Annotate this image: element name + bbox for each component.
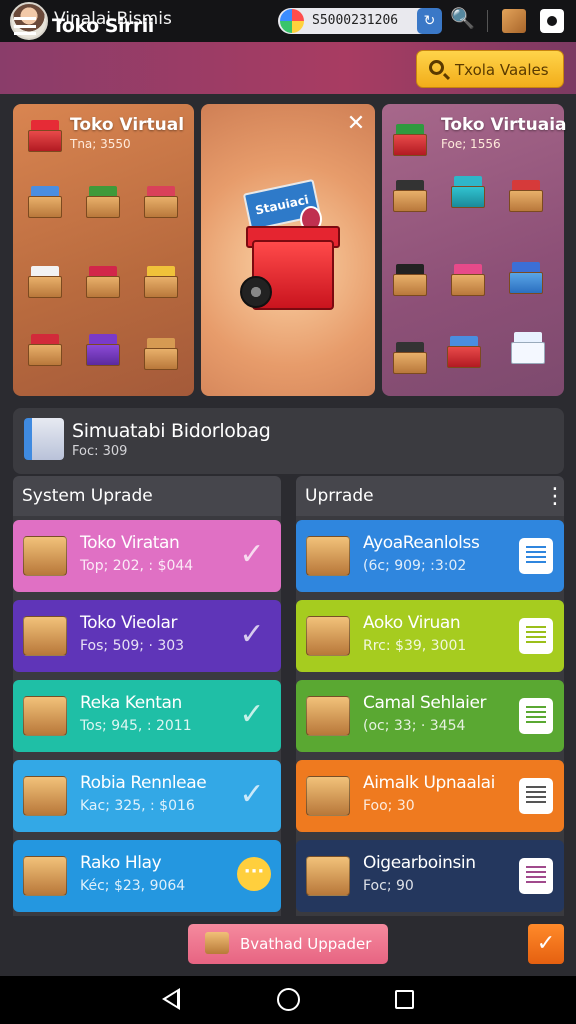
shop-item-icon [83,264,121,298]
box-icon[interactable] [502,9,526,33]
back-icon[interactable] [162,988,180,1010]
card-subtitle: Kac; 325, : $016 [80,798,195,814]
divider [487,10,488,32]
shop-item-icon [390,178,428,212]
upgrade-card[interactable]: Rako Hlay Kéc; $23, 9064 ··· [13,840,281,912]
upgrade-card[interactable]: Toko Viratan Top; 202, : $044 ✓ [13,520,281,592]
item-box-icon [306,536,350,576]
upgrade-card[interactable]: Reka Kentan Tos; 945, : 2011 ✓ [13,680,281,752]
card-title: Aimalk Upnaalai [363,773,496,793]
check-icon[interactable]: ✓ [235,538,269,572]
shop-item-icon [506,178,544,212]
confirm-button[interactable]: ✓ [528,924,564,964]
box-icon [205,932,229,954]
shop-item-icon [390,340,428,374]
item-box-icon [306,856,350,896]
item-box-icon [23,696,67,736]
list-icon[interactable] [519,538,553,574]
document-icon [24,418,64,460]
card-title: Toko Vieolar [80,613,178,633]
chat-icon [508,330,546,364]
card-subtitle: Kéc; $23, 9064 [80,878,186,894]
shop-item-icon [390,262,428,296]
upgrade-card[interactable]: Toko Vieolar Fos; 509; · 303 ✓ [13,600,281,672]
page-title: Toko Sirrii [52,15,154,37]
panel-right-title: Toko Virtuaia [441,115,567,135]
list-icon[interactable] [519,778,553,814]
refresh-icon[interactable]: ↻ [417,8,442,34]
card-subtitle: Top; 202, : $044 [80,558,194,574]
home-icon[interactable] [277,988,300,1011]
camera-icon[interactable] [540,9,564,33]
check-icon[interactable]: ✓ [235,778,269,812]
shop-item-icon [141,184,179,218]
shop-item-icon [448,262,486,296]
list-icon[interactable] [519,618,553,654]
card-title: Toko Viratan [80,533,180,553]
column-header-right: Uprrade [296,476,564,516]
item-box-icon [23,776,67,816]
card-title: Oigearboinsin [363,853,476,873]
cart-icon [390,122,428,156]
shop-item-icon [444,334,482,368]
more-options-icon[interactable] [544,487,554,507]
simulation-sub: Foc: 309 [72,444,128,459]
check-icon[interactable]: ✓ [235,698,269,732]
shop-item-icon [506,260,544,294]
simulation-title: Simuatabi Bidorlobag [72,420,271,442]
card-subtitle: Fos; 509; · 303 [80,638,185,654]
card-title: Robia Rennleae [80,773,207,793]
list-icon[interactable] [519,698,553,734]
card-title: Reka Kentan [80,693,182,713]
upgrade-card[interactable]: AyoaReanlolss (6c; 909; :3:02 [296,520,564,592]
shop-item-icon [25,332,63,366]
card-title: AyoaReanlolss [363,533,480,553]
shop-item-icon [141,264,179,298]
shop-item-icon [83,332,121,366]
item-box-icon [23,856,67,896]
check-icon[interactable]: ✓ [235,618,269,652]
column-header-left: System Uprade [13,476,281,516]
upgrade-card[interactable]: Robia Rennleae Kac; 325, : $016 ✓ [13,760,281,832]
upgrade-card[interactable]: Oigearboinsin Foc; 90 [296,840,564,912]
card-subtitle: Rrc: $39, 3001 [363,638,467,654]
shop-item-icon [141,336,179,370]
key-icon[interactable]: 🔍 [450,6,475,36]
shop-item-icon [83,184,121,218]
card-title: Rako Hlay [80,853,162,873]
item-box-icon [306,616,350,656]
upgrade-card[interactable]: Camal Sehlaier (oc; 33; · 3454 [296,680,564,752]
shop-item-icon [25,264,63,298]
shop-item-icon [25,184,63,218]
search-icon [429,60,444,75]
card-title: Camal Sehlaier [363,693,487,713]
menu-icon[interactable] [14,17,36,35]
upgrade-card[interactable]: Aoko Viruan Rrc: $39, 3001 [296,600,564,672]
card-subtitle: Tos; 945, : 2011 [80,718,192,734]
wheel-icon [240,276,272,308]
item-box-icon [306,776,350,816]
card-subtitle: (6c; 909; :3:02 [363,558,467,574]
upgrade-card[interactable]: Aimalk Upnaalai Foo; 30 [296,760,564,832]
more-icon[interactable]: ··· [237,857,271,891]
list-icon[interactable] [519,858,553,894]
panel-left-title: Toko Virtual [70,115,185,135]
card-subtitle: (oc; 33; · 3454 [363,718,466,734]
card-subtitle: Foo; 30 [363,798,415,814]
close-icon[interactable]: ✕ [345,113,367,135]
card-subtitle: Foc; 90 [363,878,414,894]
panel-left-sub: Tna; 3550 [70,137,131,151]
item-box-icon [23,536,67,576]
coin-icon [280,9,304,33]
cart-icon [25,118,63,152]
item-box-icon [23,616,67,656]
card-title: Aoko Viruan [363,613,461,633]
shop-item-icon [448,174,486,208]
item-box-icon [306,696,350,736]
panel-right-sub: Foe; 1556 [441,137,501,151]
recent-apps-icon[interactable] [395,990,414,1009]
